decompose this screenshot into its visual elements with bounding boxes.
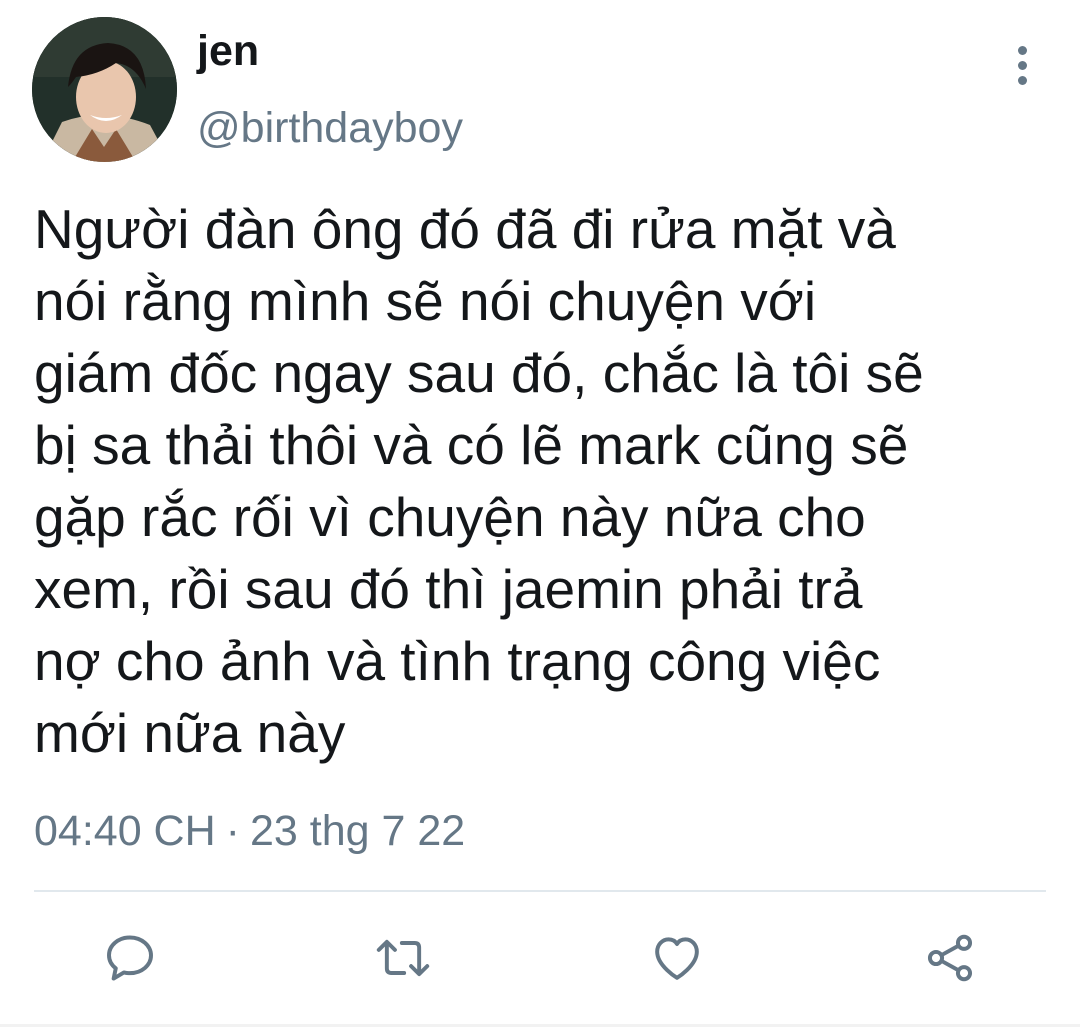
avatar-image (32, 17, 177, 162)
reply-button[interactable] (100, 928, 160, 988)
more-options-button[interactable] (1000, 40, 1044, 90)
divider (34, 890, 1046, 892)
like-button[interactable] (647, 928, 707, 988)
tweet-date[interactable]: 23 thg 7 22 (250, 807, 465, 855)
heart-icon (655, 937, 699, 980)
tweet-text: Người đàn ông đó đã đi rửa mặt và nói rằ… (34, 198, 924, 764)
tweet-meta: 04:40 CH · 23 thg 7 22 (34, 810, 465, 853)
display-name[interactable]: jen (197, 30, 259, 73)
meta-separator: · (225, 807, 240, 855)
more-vertical-icon-dot (1017, 60, 1027, 70)
user-handle[interactable]: @birthdayboy (197, 107, 463, 150)
more-vertical-icon (1017, 45, 1027, 55)
avatar[interactable] (32, 17, 177, 162)
retweet-button[interactable] (373, 928, 433, 988)
more-vertical-icon-dot (1017, 75, 1027, 85)
retweet-icon (376, 939, 430, 977)
share-icon (927, 934, 973, 982)
reply-bubble-icon (107, 935, 153, 981)
tweet-time[interactable]: 04:40 CH (34, 807, 216, 855)
share-button[interactable] (920, 928, 980, 988)
